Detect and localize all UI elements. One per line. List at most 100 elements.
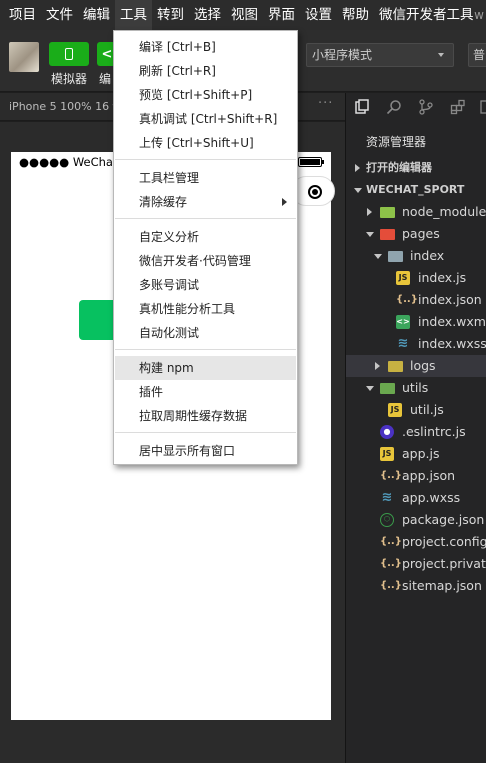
tools-menu: 编译 [Ctrl+B] 刷新 [Ctrl+R] 预览 [Ctrl+Shift+P… [113, 30, 298, 465]
project-section[interactable]: WECHAT_SPORT [346, 179, 486, 201]
carrier-label: ●●●●● WeChat [19, 155, 118, 169]
menu-item-preview[interactable]: 预览 [Ctrl+Shift+P] [115, 83, 296, 107]
menu-separator [115, 218, 296, 219]
menu-item-refresh[interactable]: 刷新 [Ctrl+R] [115, 59, 296, 83]
menu-select[interactable]: 选择 [189, 0, 226, 30]
chevron-down-icon [438, 53, 444, 57]
tree-item-utils[interactable]: utils [346, 377, 486, 399]
mode-select[interactable]: 小程序模式 [306, 43, 454, 67]
wxss-file-icon: ≋ [397, 336, 409, 351]
wxml-file-icon: <> [396, 315, 410, 329]
explorer-panel: 资源管理器 打开的编辑器 WECHAT_SPORT node_modules p… [346, 121, 486, 763]
menu-settings[interactable]: 设置 [300, 0, 337, 30]
menu-item-plugins[interactable]: 插件 [115, 380, 296, 404]
tree-item-project-private[interactable]: {..} project.private. [346, 553, 486, 575]
json-file-icon: {..} [380, 470, 402, 481]
tree-item-index-wxml[interactable]: <> index.wxml [346, 311, 486, 333]
menu-goto[interactable]: 转到 [152, 0, 189, 30]
more-icon[interactable]: ··· [318, 96, 333, 111]
menu-project[interactable]: 项目 [4, 0, 41, 30]
menu-item-compile[interactable]: 编译 [Ctrl+B] [115, 35, 296, 59]
tree-item-index-js[interactable]: JS index.js [346, 267, 486, 289]
close-target-icon [308, 185, 322, 199]
menu-item-center-windows[interactable]: 居中显示所有窗口 [115, 439, 296, 463]
tree-item-project-config[interactable]: {..} project.config.j [346, 531, 486, 553]
tree-label: app.json [402, 468, 456, 483]
source-control-icon[interactable] [418, 99, 434, 115]
menu-item-clear-cache[interactable]: 清除缓存 [115, 190, 296, 214]
tree-label: .eslintrc.js [402, 424, 466, 439]
tree-label: package.json [402, 512, 485, 527]
open-editors-label: 打开的编辑器 [366, 161, 432, 174]
extensions-icon[interactable] [450, 99, 466, 115]
tree-item-logs[interactable]: logs [346, 355, 486, 377]
json-file-icon: {..} [380, 536, 402, 547]
folder-open-icon [380, 383, 395, 394]
menu-item-build-npm[interactable]: 构建 npm [115, 356, 296, 380]
folder-open-icon [388, 251, 403, 262]
menu-item-remote-debug[interactable]: 真机调试 [Ctrl+Shift+R] [115, 107, 296, 131]
explorer-icon[interactable] [354, 99, 370, 115]
tree-label: index.json [418, 292, 482, 307]
chevron-down-icon [374, 254, 382, 259]
simulator-toggle-button[interactable] [49, 42, 89, 66]
menu-item-label: 清除缓存 [139, 195, 188, 209]
menu-separator [115, 349, 296, 350]
js-file-icon: JS [388, 403, 402, 417]
menu-item-fetch-periodic-cache[interactable]: 拉取周期性缓存数据 [115, 404, 296, 428]
tree-label: utils [402, 380, 429, 395]
menu-item-upload[interactable]: 上传 [Ctrl+Shift+U] [115, 131, 296, 155]
tree-label: index.wxss [418, 336, 486, 351]
tree-label: project.config.j [402, 534, 486, 549]
tree-item-package-json[interactable]: ⬡ package.json [346, 509, 486, 531]
tree-item-app-json[interactable]: {..} app.json [346, 465, 486, 487]
tree-item-pages[interactable]: pages [346, 223, 486, 245]
tree-item-app-wxss[interactable]: ≋ app.wxss [346, 487, 486, 509]
menu-view[interactable]: 视图 [226, 0, 263, 30]
activity-bar [346, 93, 486, 121]
menu-edit[interactable]: 编辑 [78, 0, 115, 30]
tree-item-index-folder[interactable]: index [346, 245, 486, 267]
json-file-icon: {..} [380, 580, 402, 591]
menu-item-performance-tool[interactable]: 真机性能分析工具 [115, 297, 296, 321]
menu-item-multi-account-debug[interactable]: 多账号调试 [115, 273, 296, 297]
menu-file[interactable]: 文件 [41, 0, 78, 30]
chevron-down-icon [354, 188, 362, 193]
tree-item-sitemap-json[interactable]: {..} sitemap.json [346, 575, 486, 597]
menu-item-toolbar-manage[interactable]: 工具栏管理 [115, 166, 296, 190]
folder-icon [388, 361, 403, 372]
menu-wechat-devtools[interactable]: 微信开发者工具 [374, 0, 479, 30]
js-file-icon: JS [396, 271, 410, 285]
more-views-icon[interactable] [480, 99, 486, 115]
tree-item-node-modules[interactable]: node_modules [346, 201, 486, 223]
compile-mode-select[interactable]: 普 [468, 43, 486, 67]
tree-item-util-js[interactable]: JS util.js [346, 399, 486, 421]
tree-label: project.private. [402, 556, 486, 571]
json-file-icon: {..} [380, 558, 402, 569]
tree-item-index-json[interactable]: {..} index.json [346, 289, 486, 311]
tree-label: logs [410, 358, 436, 373]
menu-interface[interactable]: 界面 [263, 0, 300, 30]
search-icon[interactable] [386, 99, 402, 115]
tree-label: sitemap.json [402, 578, 482, 593]
open-editors-section[interactable]: 打开的编辑器 [346, 157, 486, 179]
mode-select-value: 小程序模式 [312, 48, 373, 62]
menu-item-automated-test[interactable]: 自动化测试 [115, 321, 296, 345]
tree-label: index.js [418, 270, 467, 285]
menu-help[interactable]: 帮助 [337, 0, 374, 30]
menu-item-code-management[interactable]: 微信开发者·代码管理 [115, 249, 296, 273]
explorer-title: 资源管理器 [366, 135, 427, 149]
tree-item-eslintrc[interactable]: ● .eslintrc.js [346, 421, 486, 443]
avatar[interactable] [9, 42, 39, 72]
tree-item-index-wxss[interactable]: ≋ index.wxss [346, 333, 486, 355]
wxss-file-icon: ≋ [381, 490, 393, 505]
chevron-right-icon [367, 208, 372, 216]
menu-tools[interactable]: 工具 [115, 0, 152, 30]
chevron-down-icon [366, 386, 374, 391]
tree-label: app.js [402, 446, 440, 461]
eslint-file-icon: ● [380, 425, 394, 439]
tree-item-app-js[interactable]: JS app.js [346, 443, 486, 465]
menu-item-custom-analysis[interactable]: 自定义分析 [115, 225, 296, 249]
tree-label: util.js [410, 402, 444, 417]
device-select[interactable]: iPhone 5 100% 16 ▾ [9, 100, 118, 113]
